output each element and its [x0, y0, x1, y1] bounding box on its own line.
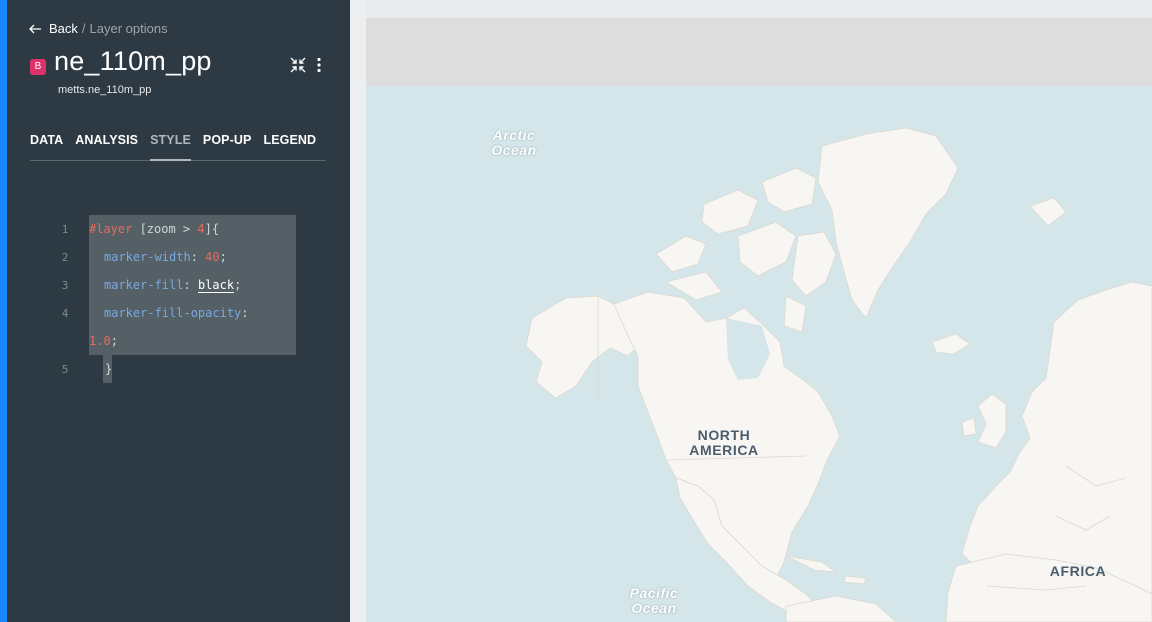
map-label-line: Pacific — [629, 585, 679, 601]
back-arrow-icon[interactable] — [29, 24, 42, 34]
code-color-value: black — [197, 278, 235, 293]
code-filter-close: ]{ — [204, 222, 220, 236]
map-label-north-america: NORTH AMERICA — [682, 428, 766, 457]
line-number: 3 — [61, 279, 69, 292]
line-number: 1 — [61, 223, 69, 236]
code-filter-open: [zoom > — [132, 222, 198, 236]
code-semicolon: ; — [219, 250, 227, 264]
layer-badge: B — [30, 59, 46, 75]
back-link[interactable]: Back — [49, 21, 78, 36]
code-colon: : — [241, 306, 249, 320]
code-property: marker-fill — [104, 278, 184, 292]
map-label-africa: AFRICA — [1049, 563, 1107, 579]
code-selector: #layer — [89, 222, 133, 236]
code-close-brace: } — [105, 362, 113, 376]
map-preview[interactable]: Arctic Ocean NORTH AMERICA Pacific Ocean… — [366, 18, 1152, 622]
code-filter-number: 4 — [197, 222, 205, 236]
code-line-3: marker-fill: black; — [104, 278, 242, 293]
breadcrumb-current: Layer options — [89, 21, 168, 36]
layer-tabs: DATA ANALYSIS STYLE POP-UP LEGEND — [30, 133, 326, 161]
tab-data[interactable]: DATA — [30, 133, 63, 161]
sidebar-accent-bar — [0, 0, 7, 622]
tab-analysis[interactable]: ANALYSIS — [75, 133, 138, 161]
tab-style[interactable]: STYLE — [150, 133, 191, 161]
map-label-pacific-ocean: Pacific Ocean — [622, 586, 686, 615]
tab-popup[interactable]: POP-UP — [203, 133, 252, 161]
line-number: 4 — [61, 307, 69, 320]
breadcrumb-separator: / — [81, 21, 86, 36]
code-line-5: } — [105, 362, 112, 376]
map-label-line: Arctic — [492, 127, 536, 143]
tab-legend[interactable]: LEGEND — [263, 133, 316, 161]
code-line-4: marker-fill-opacity: — [104, 306, 249, 320]
line-number: 5 — [61, 363, 69, 376]
code-semicolon: ; — [234, 278, 242, 292]
code-number: 40 — [205, 250, 220, 264]
breadcrumb: Back / Layer options — [29, 21, 168, 36]
map-toolbar — [366, 18, 1152, 86]
layer-options-panel: Back / Layer options B ne_110m_pp metts.… — [7, 0, 350, 622]
code-number: 1.0 — [89, 334, 111, 348]
line-number: 2 — [61, 251, 69, 264]
map-canvas[interactable]: Arctic Ocean NORTH AMERICA Pacific Ocean… — [366, 86, 1152, 622]
layer-title[interactable]: ne_110m_pp — [54, 46, 212, 77]
basemap — [366, 86, 1152, 622]
map-label-line: Ocean — [631, 599, 677, 616]
code-line-4-wrap: 1.0; — [89, 334, 118, 348]
map-label-line: NORTH — [697, 427, 751, 443]
map-label-line: Ocean — [491, 141, 537, 158]
compress-icon[interactable] — [289, 56, 307, 74]
code-property: marker-width — [104, 250, 191, 264]
code-line-2: marker-width: 40; — [104, 250, 227, 264]
code-semicolon: ; — [110, 334, 118, 348]
map-label-line: AMERICA — [689, 441, 759, 458]
code-line-1: #layer [zoom > 4]{ — [89, 222, 219, 236]
panel-gutter — [350, 0, 366, 622]
layer-source: metts.ne_110m_pp — [58, 84, 152, 96]
code-colon: : — [190, 250, 206, 264]
more-options-icon[interactable] — [310, 56, 328, 74]
code-property: marker-fill-opacity — [104, 306, 242, 320]
map-label-arctic-ocean: Arctic Ocean — [486, 128, 542, 157]
code-colon: : — [183, 278, 198, 292]
